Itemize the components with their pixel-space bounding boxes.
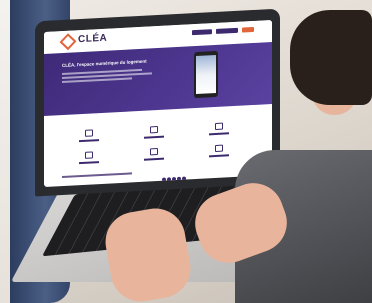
footer-links[interactable] xyxy=(62,172,132,179)
folder-icon xyxy=(150,126,158,134)
feature-label xyxy=(209,132,229,135)
photo-scene: CLÉA CLÉA, l'espace numérique du logemen… xyxy=(0,0,372,303)
feature-label xyxy=(209,154,229,157)
header-button-2[interactable] xyxy=(216,27,238,34)
laptop-screen: CLÉA CLÉA, l'espace numérique du logemen… xyxy=(44,20,272,187)
feature-label xyxy=(79,161,99,164)
bell-icon xyxy=(215,144,223,153)
header-button-1[interactable] xyxy=(192,29,212,36)
feature-tile[interactable] xyxy=(204,122,234,135)
hero-title: CLÉA, l'espace numérique du logement xyxy=(62,58,147,69)
user-icon xyxy=(150,148,158,156)
cart-icon xyxy=(85,151,93,159)
calendar-icon xyxy=(215,122,223,131)
feature-icon xyxy=(85,129,93,137)
feature-tile[interactable] xyxy=(204,144,234,157)
hero-banner: CLÉA, l'espace numérique du logement xyxy=(44,42,272,116)
feature-label xyxy=(144,157,164,161)
feature-label xyxy=(79,139,99,142)
feature-tile[interactable] xyxy=(74,151,104,164)
feature-tile[interactable] xyxy=(74,129,104,142)
phone-mockup xyxy=(194,50,218,99)
feature-tile[interactable] xyxy=(139,125,169,139)
header-button-3[interactable] xyxy=(242,26,254,33)
feature-tile[interactable] xyxy=(139,147,169,161)
phone-screen xyxy=(196,54,216,95)
feature-label xyxy=(144,135,164,139)
person-hair xyxy=(290,10,372,105)
clea-logo-icon xyxy=(59,33,77,51)
site-logo-text: CLÉA xyxy=(78,32,108,46)
